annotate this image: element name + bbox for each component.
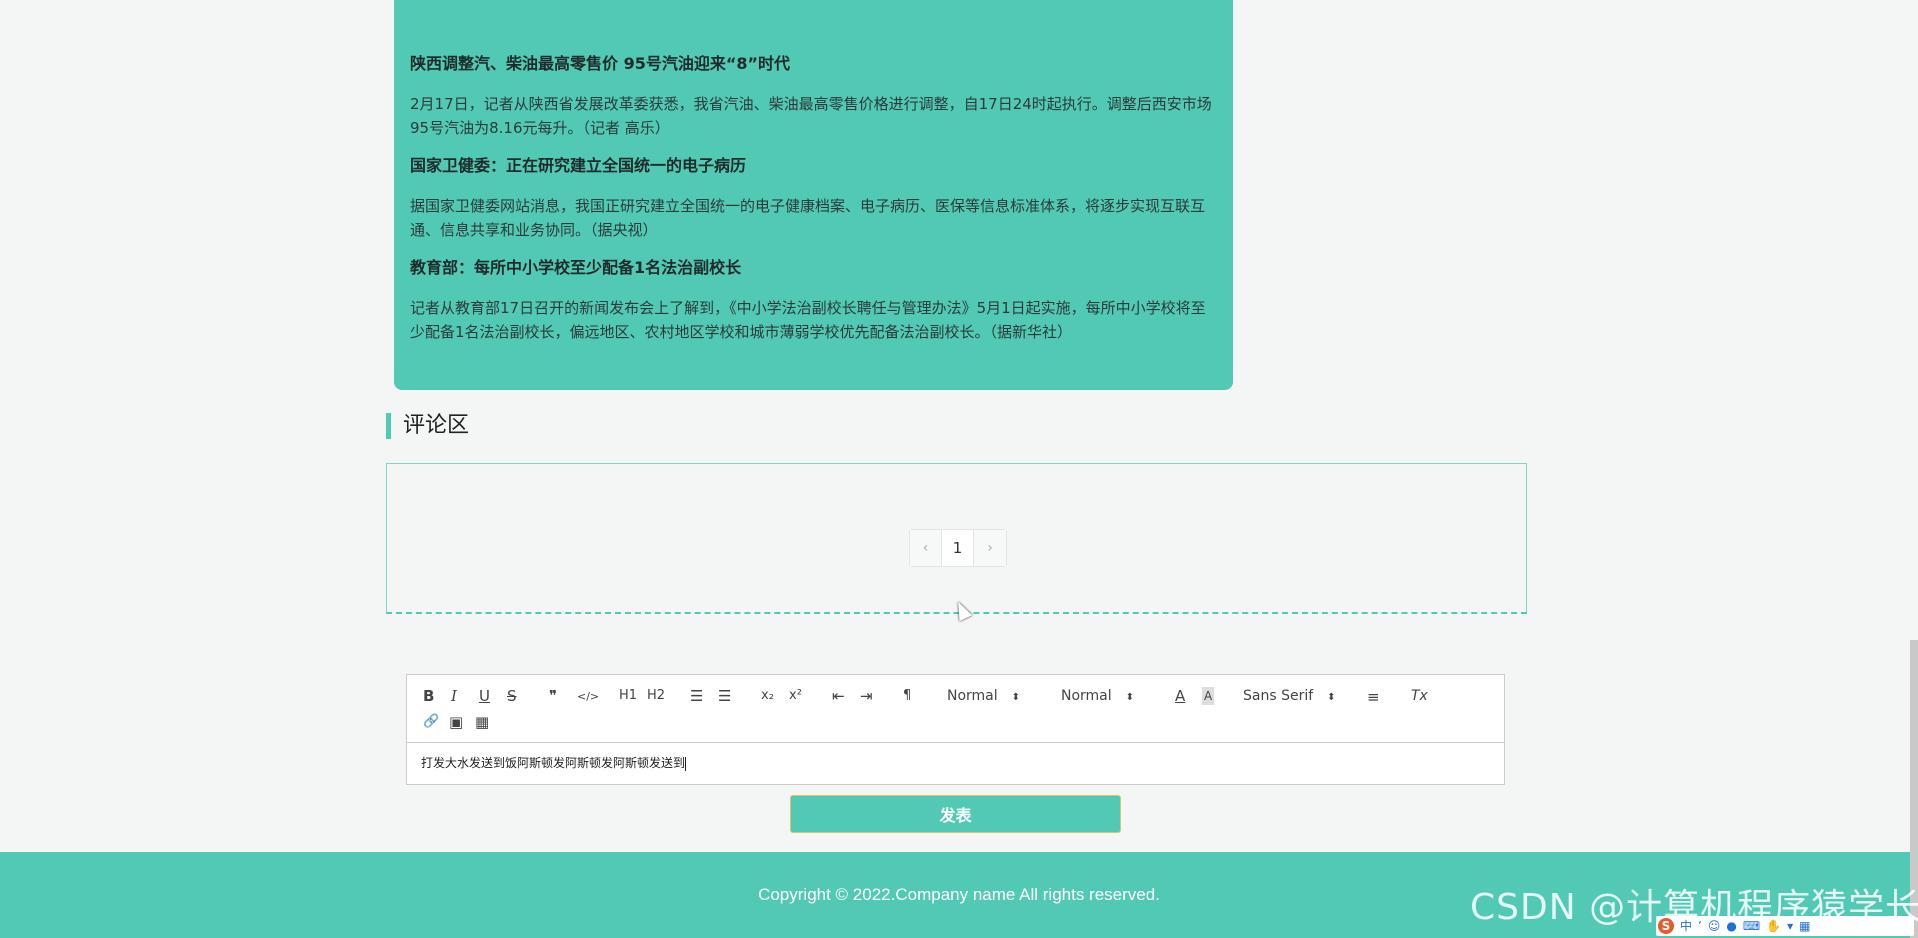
comment-editor: B I U S ❞ </> H1 H2 ☰ ☰ x₂ x² ⇤ ⇥ ¶ Norm… bbox=[406, 674, 1505, 785]
background-color-icon[interactable]: A bbox=[1202, 687, 1215, 705]
header-1-button[interactable]: H1 bbox=[619, 687, 637, 705]
indent-icon[interactable]: ⇥ bbox=[860, 687, 873, 705]
ime-keyboard-icon[interactable]: ⌨ bbox=[1743, 918, 1760, 934]
editor-toolbar: B I U S ❞ </> H1 H2 ☰ ☰ x₂ x² ⇤ ⇥ ¶ Norm… bbox=[407, 675, 1504, 743]
pagination-prev-button[interactable]: ‹ bbox=[910, 530, 942, 566]
superscript-button[interactable]: x² bbox=[789, 687, 802, 705]
subscript-button[interactable]: x₂ bbox=[761, 687, 774, 705]
ime-microphone-icon[interactable]: ● bbox=[1726, 918, 1736, 934]
news-item: 国家卫健委：正在研究建立全国统一的电子病历 据国家卫健委网站消息，我国正研究建立… bbox=[410, 156, 1217, 242]
font-select-value: Sans Serif bbox=[1243, 688, 1314, 704]
editor-text: 打发大水发送到饭阿斯顿发阿斯顿发阿斯顿发送到 bbox=[421, 756, 686, 770]
news-title[interactable]: 教育部：每所中小学校至少配备1名法治副校长 bbox=[410, 258, 1217, 278]
size-select[interactable]: Normal ⬍ bbox=[947, 687, 1020, 707]
text-direction-icon[interactable]: ¶ bbox=[903, 687, 911, 705]
bold-button[interactable]: B bbox=[423, 687, 434, 705]
align-icon[interactable]: ≡ bbox=[1367, 688, 1380, 706]
italic-button[interactable]: I bbox=[451, 687, 457, 705]
ime-hand-icon[interactable]: ✋ bbox=[1766, 918, 1781, 934]
chevron-updown-icon: ⬍ bbox=[1011, 692, 1021, 703]
header-2-button[interactable]: H2 bbox=[647, 687, 665, 705]
pagination-page-1[interactable]: 1 bbox=[942, 530, 974, 566]
blockquote-icon[interactable]: ❞ bbox=[549, 687, 557, 705]
header-select[interactable]: Normal ⬍ bbox=[1061, 687, 1134, 707]
bullet-list-icon[interactable]: ☰ bbox=[718, 687, 731, 705]
news-body: 记者从教育部17日召开的新闻发布会上了解到，《中小学法治副校长聘任与管理办法》5… bbox=[410, 299, 1206, 341]
ime-emoji-icon[interactable]: ☺ bbox=[1708, 918, 1721, 934]
submit-comment-button[interactable]: 发表 bbox=[790, 795, 1121, 833]
code-block-icon[interactable]: </> bbox=[577, 688, 599, 706]
strike-button[interactable]: S bbox=[507, 687, 517, 705]
chevron-updown-icon: ⬍ bbox=[1327, 692, 1336, 703]
news-item: 陕西调整汽、柴油最高零售价 95号汽油迎来“8”时代 2月17日，记者从陕西省发… bbox=[410, 54, 1217, 140]
pagination-next-button[interactable]: › bbox=[974, 530, 1006, 566]
news-item: 教育部：每所中小学校至少配备1名法治副校长 记者从教育部17日召开的新闻发布会上… bbox=[410, 258, 1217, 344]
news-body: 据国家卫健委网站消息，我国正研究建立全国统一的电子健康档案、电子病历、医保等信息… bbox=[410, 197, 1206, 239]
text-caret bbox=[685, 756, 687, 771]
font-select[interactable]: Sans Serif ⬍ bbox=[1243, 687, 1336, 707]
news-title[interactable]: 陕西调整汽、柴油最高零售价 95号汽油迎来“8”时代 bbox=[410, 54, 1217, 74]
chevron-updown-icon: ⬍ bbox=[1125, 692, 1135, 703]
link-icon[interactable]: 🔗 bbox=[423, 713, 439, 731]
font-color-icon[interactable]: A bbox=[1175, 687, 1185, 705]
comments-heading: 评论区 bbox=[386, 413, 469, 439]
comment-list: ‹ 1 › bbox=[386, 463, 1527, 614]
editor-text-area[interactable]: 打发大水发送到饭阿斯顿发阿斯顿发阿斯顿发送到 bbox=[407, 743, 1504, 783]
ime-logo-icon[interactable]: S bbox=[1658, 918, 1674, 934]
size-select-value: Normal bbox=[947, 688, 998, 704]
news-body: 2月17日，记者从陕西省发展改革委获悉，我省汽油、柴油最高零售价格进行调整，自1… bbox=[410, 95, 1212, 137]
ime-toolbar[interactable]: S 中 ʼ ☺ ● ⌨ ✋ ▾ ▦ bbox=[1656, 916, 1914, 936]
video-icon[interactable]: ▦ bbox=[475, 713, 489, 731]
header-select-value: Normal bbox=[1061, 688, 1112, 704]
ime-mode-indicator[interactable]: 中 bbox=[1680, 918, 1692, 934]
pagination: ‹ 1 › bbox=[909, 529, 1007, 567]
ordered-list-icon[interactable]: ☰ bbox=[690, 687, 703, 705]
footer-copyright: Copyright © 2022.Company name All rights… bbox=[758, 885, 1160, 904]
ime-punctuation-icon[interactable]: ʼ bbox=[1698, 918, 1702, 934]
ime-menu-icon[interactable]: ▦ bbox=[1799, 918, 1810, 934]
outdent-icon[interactable]: ⇤ bbox=[832, 687, 845, 705]
news-card: 陕西调整汽、柴油最高零售价 95号汽油迎来“8”时代 2月17日，记者从陕西省发… bbox=[394, 0, 1233, 390]
clear-format-icon[interactable]: Tx bbox=[1411, 687, 1428, 705]
news-title[interactable]: 国家卫健委：正在研究建立全国统一的电子病历 bbox=[410, 156, 1217, 176]
ime-skin-icon[interactable]: ▾ bbox=[1787, 918, 1793, 934]
image-icon[interactable]: ▣ bbox=[449, 713, 463, 731]
underline-button[interactable]: U bbox=[479, 687, 490, 705]
